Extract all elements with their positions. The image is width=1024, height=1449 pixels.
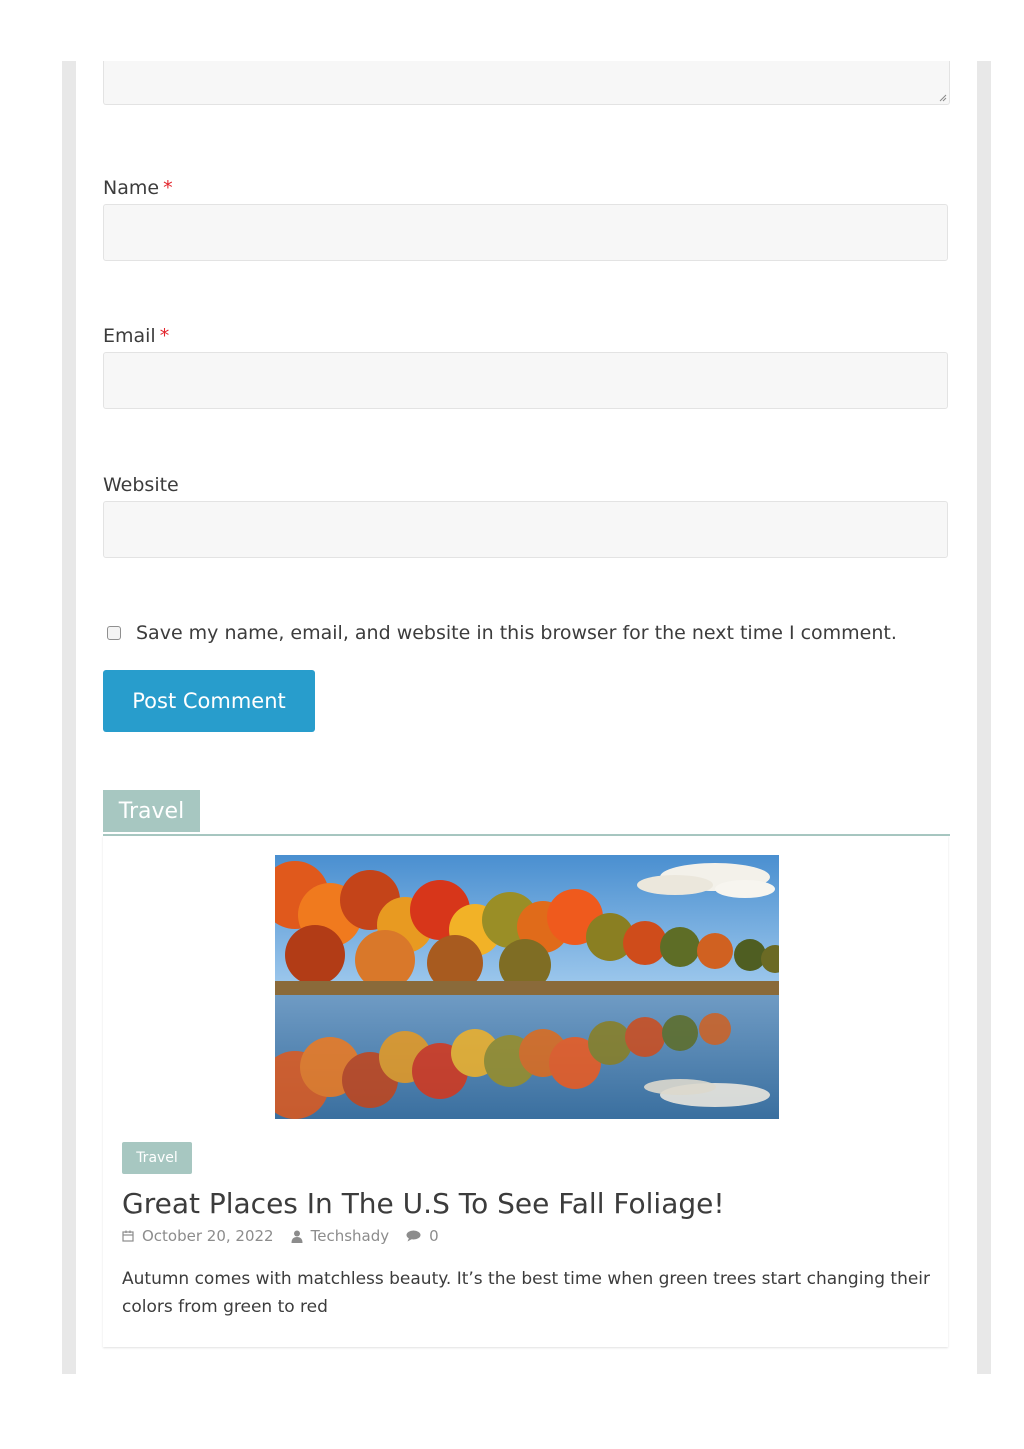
post-comments[interactable]: 0 [406, 1227, 439, 1245]
post-comment-button[interactable]: Post Comment [103, 670, 315, 732]
section-title[interactable]: Travel [103, 790, 200, 832]
email-field[interactable] [103, 352, 948, 409]
category-badge[interactable]: Travel [122, 1142, 192, 1174]
website-label: Website [103, 473, 179, 497]
post-title[interactable]: Great Places In The U.S To See Fall Foli… [122, 1186, 725, 1222]
name-required-mark: * [163, 177, 173, 199]
consent-row: Save my name, email, and website in this… [107, 620, 897, 646]
post-author-text: Techshady [310, 1227, 390, 1245]
name-label: Name * [103, 176, 173, 200]
comment-icon [406, 1230, 421, 1242]
comment-textarea[interactable] [103, 61, 950, 105]
consent-checkbox[interactable] [107, 626, 121, 640]
section-header: Travel [103, 790, 950, 836]
autumn-lake-image [275, 855, 779, 1119]
resize-grip-icon[interactable] [938, 93, 947, 102]
post-author[interactable]: Techshady [291, 1227, 390, 1245]
email-required-mark: * [159, 325, 170, 347]
consent-label[interactable]: Save my name, email, and website in this… [136, 622, 897, 644]
calendar-icon [122, 1230, 134, 1242]
website-field[interactable] [103, 501, 948, 558]
email-label: Email * [103, 324, 169, 348]
name-field[interactable] [103, 204, 948, 261]
user-icon [291, 1230, 303, 1243]
post-date[interactable]: October 20, 2022 [122, 1227, 274, 1245]
post-excerpt: Autumn comes with matchless beauty. It’s… [122, 1269, 931, 1317]
post-date-text: October 20, 2022 [142, 1227, 274, 1245]
post-meta: October 20, 2022 Techshady 0 [122, 1226, 456, 1246]
name-label-text: Name [103, 177, 160, 199]
post-comments-count: 0 [429, 1227, 439, 1245]
email-label-text: Email [103, 325, 156, 347]
post-card: Travel Great Places In The U.S To See Fa… [103, 836, 948, 1347]
website-label-text: Website [103, 474, 179, 496]
post-thumbnail[interactable] [275, 855, 779, 1119]
